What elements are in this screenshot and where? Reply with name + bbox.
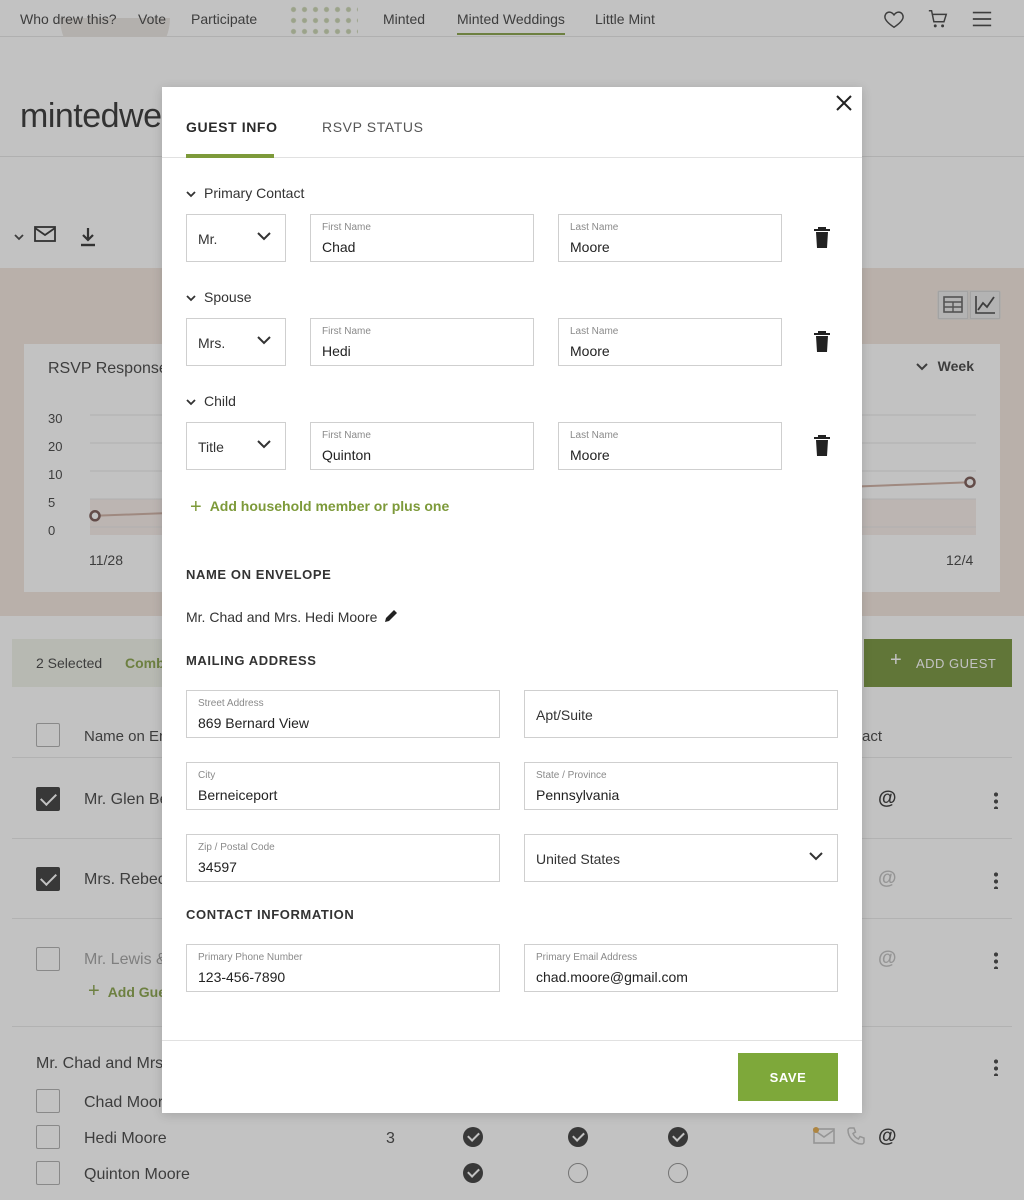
field-label: Primary Email Address [536,952,638,963]
field-value: 34597 [198,859,237,875]
apt-suite-field[interactable]: Apt/Suite [524,690,838,738]
select-value: United States [536,851,621,867]
primary-last-name-field[interactable]: Last Name Moore [558,214,782,262]
chevron-down-icon [257,440,271,449]
primary-contact-toggle[interactable]: Primary Contact [186,185,304,201]
email-field[interactable]: Primary Email Address chad.moore@gmail.c… [524,944,838,992]
add-household-member-button[interactable]: + Add household member or plus one [190,496,449,519]
child-first-name-field[interactable]: First Name Quinton [310,422,534,470]
field-value: Chad [322,239,356,255]
field-label: Zip / Postal Code [198,842,275,853]
save-button[interactable]: SAVE [738,1053,838,1101]
zip-field[interactable]: Zip / Postal Code 34597 [186,834,500,882]
field-value: Moore [570,343,610,359]
primary-first-name-field[interactable]: First Name Chad [310,214,534,262]
state-field[interactable]: State / Province Pennsylvania [524,762,838,810]
field-value: Moore [570,447,610,463]
field-value: 123-456-7890 [198,969,286,985]
contact-info-heading: CONTACT INFORMATION [186,907,355,922]
city-field[interactable]: City Berneiceport [186,762,500,810]
active-tab-indicator [186,154,274,158]
field-placeholder: Apt/Suite [536,707,593,723]
primary-title-select[interactable]: Mr. [186,214,286,262]
section-label: Spouse [204,289,252,305]
field-label: Last Name [570,326,619,337]
field-label: First Name [322,326,371,337]
field-value: 869 Bernard View [198,715,310,731]
child-last-name-field[interactable]: Last Name Moore [558,422,782,470]
field-label: City [198,770,216,781]
modal-footer-divider [162,1040,862,1041]
field-label: Primary Phone Number [198,952,303,963]
add-member-label: Add household member or plus one [209,498,450,514]
chevron-down-icon [809,852,823,861]
field-value: Moore [570,239,610,255]
select-value: Title [198,439,224,455]
field-label: State / Province [536,770,607,781]
field-label: First Name [322,430,371,441]
mailing-address-heading: MAILING ADDRESS [186,653,317,668]
trash-icon[interactable] [813,227,831,249]
section-label: Child [204,393,236,409]
section-label: Primary Contact [204,185,305,201]
plus-icon: + [190,496,202,518]
tab-rsvp-status[interactable]: RSVP STATUS [322,119,424,135]
country-select[interactable]: United States [524,834,838,882]
modal-tabs: GUEST INFO RSVP STATUS [162,87,862,158]
trash-icon[interactable] [813,331,831,353]
chevron-down-icon [186,399,196,406]
field-value: Berneiceport [198,787,278,803]
child-title-select[interactable]: Title [186,422,286,470]
field-label: Last Name [570,222,619,233]
field-value: Pennsylvania [536,787,620,803]
field-value: Hedi [322,343,351,359]
envelope-name: Mr. Chad and Mrs. Hedi Moore [186,609,378,625]
tab-guest-info[interactable]: GUEST INFO [186,119,278,135]
trash-icon[interactable] [813,435,831,457]
chevron-down-icon [257,232,271,241]
field-value: Quinton [322,447,372,463]
edit-guest-modal: GUEST INFO RSVP STATUS Primary Contact M… [162,87,862,1113]
select-value: Mrs. [198,335,226,351]
field-label: First Name [322,222,371,233]
phone-field[interactable]: Primary Phone Number 123-456-7890 [186,944,500,992]
field-label: Last Name [570,430,619,441]
spouse-title-select[interactable]: Mrs. [186,318,286,366]
child-toggle[interactable]: Child [186,393,236,409]
spouse-last-name-field[interactable]: Last Name Moore [558,318,782,366]
envelope-heading: NAME ON ENVELOPE [186,567,332,582]
select-value: Mr. [198,231,218,247]
field-value: chad.moore@gmail.com [536,969,688,985]
field-label: Street Address [198,698,264,709]
street-address-field[interactable]: Street Address 869 Bernard View [186,690,500,738]
chevron-down-icon [257,336,271,345]
chevron-down-icon [186,191,196,198]
spouse-first-name-field[interactable]: First Name Hedi [310,318,534,366]
spouse-toggle[interactable]: Spouse [186,289,251,305]
chevron-down-icon [186,295,196,302]
pencil-icon[interactable] [384,609,398,623]
